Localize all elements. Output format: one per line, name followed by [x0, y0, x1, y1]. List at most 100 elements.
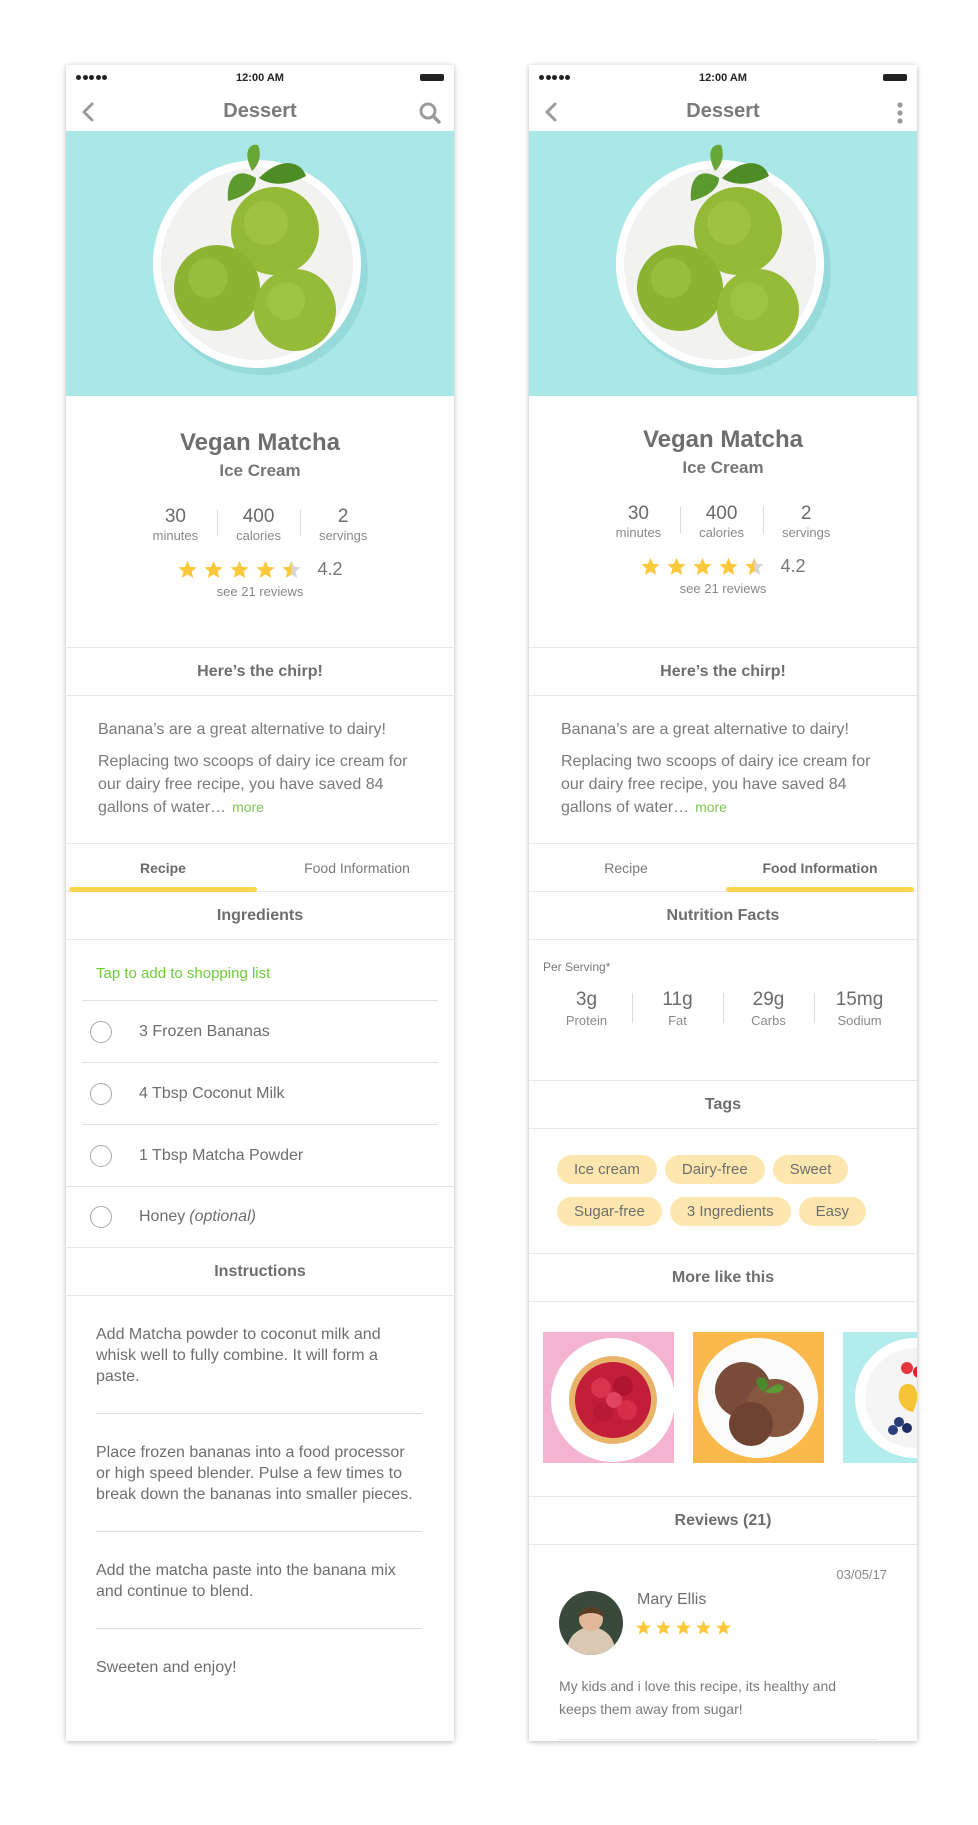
nutrient-protein: 3g Protein: [541, 990, 632, 1080]
rating-value: 4.2: [317, 559, 343, 579]
half-star-icon: [282, 560, 302, 578]
review-date: 03/05/17: [836, 1567, 887, 1582]
stat-value: 400: [705, 503, 738, 524]
instruction-list: Add Matcha powder to coconut milk and wh…: [66, 1296, 454, 1704]
ingredient-item[interactable]: 3 Frozen Bananas: [82, 1000, 438, 1062]
checkbox-circle-icon[interactable]: [90, 1206, 112, 1228]
ingredient-item[interactable]: 4 Tbsp Coconut Milk: [82, 1062, 438, 1124]
checkbox-circle-icon[interactable]: [90, 1144, 112, 1167]
chirp-line: Banana’s are a great alternative to dair…: [98, 721, 386, 738]
nutrient-value: 29g: [752, 989, 785, 1010]
tag-chip[interactable]: Easy: [798, 1197, 866, 1226]
stat-minutes: 30 minutes: [134, 506, 218, 544]
recipe-summary: Vegan Matcha Ice Cream 30 minutes 400 ca…: [529, 396, 917, 648]
ingredient-item[interactable]: Honey (optional): [66, 1186, 454, 1248]
stat-value: 30: [164, 506, 186, 527]
reviewer-name: Mary Ellis: [637, 1591, 707, 1608]
stat-label: minutes: [152, 528, 199, 543]
star-icon: [641, 557, 661, 575]
nutrient-label: Carbs: [751, 1013, 786, 1028]
tag-list: Ice cream Dairy-free Sweet Sugar-free 3 …: [529, 1129, 917, 1254]
ingredient-list: 3 Frozen Bananas 4 Tbsp Coconut Milk 1 T…: [66, 1000, 454, 1248]
chirp-line: Replacing two scoops of dairy ice cream …: [98, 750, 422, 819]
per-serving-label: Per Serving*: [543, 960, 611, 974]
nutrient-value: 3g: [575, 989, 598, 1010]
checkbox-circle-icon[interactable]: [90, 1082, 112, 1105]
stat-servings: 2 servings: [762, 503, 849, 540]
tag-chip[interactable]: 3 Ingredients: [669, 1197, 791, 1226]
chirp-body: Banana’s are a great alternative to dair…: [66, 696, 454, 844]
reviews-header: Reviews (21): [529, 1497, 917, 1545]
matcha-ice-cream-image: [616, 144, 831, 375]
battery-icon: [420, 74, 444, 81]
tab-bar: Recipe Food Information: [529, 844, 917, 892]
tag-chip[interactable]: Ice cream: [557, 1155, 657, 1184]
chirp-header: Here’s the chirp!: [66, 648, 454, 696]
more-link[interactable]: more: [232, 799, 264, 815]
tag-chip[interactable]: Dairy-free: [664, 1155, 765, 1184]
checkbox-circle-icon[interactable]: [90, 1020, 112, 1043]
instructions-header: Instructions: [66, 1248, 454, 1296]
stat-value: 2: [800, 503, 812, 524]
nutrient-fat: 11g Fat: [632, 990, 723, 1080]
status-time: 12:00 AM: [236, 72, 284, 84]
tab-recipe[interactable]: Recipe: [529, 844, 723, 891]
rating: 4.2: [66, 559, 454, 580]
star-icon: [636, 1620, 651, 1635]
see-reviews-link[interactable]: see 21 reviews: [66, 584, 454, 599]
stat-value: 30: [627, 503, 649, 524]
tab-bar: Recipe Food Information: [66, 844, 454, 892]
more-like-this-header: More like this: [529, 1254, 917, 1302]
star-icon: [676, 1620, 691, 1635]
nutrient-sodium: 15mg Sodium: [814, 990, 905, 1080]
status-bar: 12:00 AM: [529, 65, 917, 91]
chocolate-ice-cream-image[interactable]: [693, 1332, 824, 1463]
review-text: My kids and i love this recipe, its heal…: [559, 1675, 877, 1740]
fruit-plate-image[interactable]: [843, 1332, 917, 1463]
hero-image: [66, 131, 454, 396]
recipe-screen-right: 12:00 AM Dessert Vegan Matcha Ice Cream …: [529, 65, 917, 1741]
star-icon: [256, 560, 276, 578]
tag-chip[interactable]: Sweet: [772, 1155, 849, 1184]
stat-minutes: 30 minutes: [597, 503, 681, 541]
tab-recipe[interactable]: Recipe: [66, 844, 260, 892]
star-icon: [719, 557, 739, 575]
status-time: 12:00 AM: [699, 72, 747, 84]
tab-food-information[interactable]: Food Information: [260, 844, 454, 891]
stat-servings: 2 servings: [299, 507, 386, 543]
stat-calories: 400 calories: [680, 504, 763, 540]
stat-calories: 400 calories: [217, 507, 300, 543]
ingredient-item[interactable]: 1 Tbsp Matcha Powder: [82, 1124, 438, 1186]
tab-food-information[interactable]: Food Information: [723, 844, 917, 892]
avatar[interactable]: [559, 1591, 623, 1655]
recipe-screen-left: 12:00 AM Dessert Vegan Matcha Ice Cream …: [66, 65, 454, 1741]
star-icon: [667, 557, 687, 575]
instruction-step: Add the matcha paste into the banana mix…: [96, 1532, 422, 1629]
stat-label: calories: [236, 528, 281, 543]
recipe-stats: 30 minutes 400 calories 2 servings: [529, 503, 917, 541]
recipe-title: Vegan Matcha: [179, 429, 341, 456]
more-vertical-icon[interactable]: [897, 102, 903, 124]
shopping-list-link[interactable]: Tap to add to shopping list: [66, 940, 454, 1000]
instruction-step: Place frozen bananas into a food process…: [96, 1414, 422, 1532]
search-icon[interactable]: [418, 101, 442, 125]
stat-label: servings: [781, 525, 831, 540]
see-reviews-link[interactable]: see 21 reviews: [529, 581, 917, 596]
raspberry-tart-image[interactable]: [543, 1332, 674, 1463]
review-rating: [635, 1619, 732, 1636]
more-link[interactable]: more: [695, 799, 727, 815]
nav-bar: Dessert: [66, 91, 454, 131]
nutrient-label: Fat: [668, 1013, 687, 1028]
star-icon: [696, 1620, 711, 1635]
battery-icon: [883, 74, 907, 81]
star-icon: [656, 1620, 671, 1635]
stat-label: servings: [318, 528, 368, 543]
stat-value: 400: [242, 506, 275, 527]
instruction-step: Add Matcha powder to coconut milk and wh…: [96, 1296, 422, 1414]
tags-header: Tags: [529, 1081, 917, 1129]
tag-chip[interactable]: Sugar-free: [557, 1197, 662, 1226]
page-title: Dessert: [223, 100, 297, 122]
ingredient-note: (optional): [189, 1208, 256, 1225]
page-title: Dessert: [686, 100, 760, 122]
star-icon: [204, 560, 224, 578]
